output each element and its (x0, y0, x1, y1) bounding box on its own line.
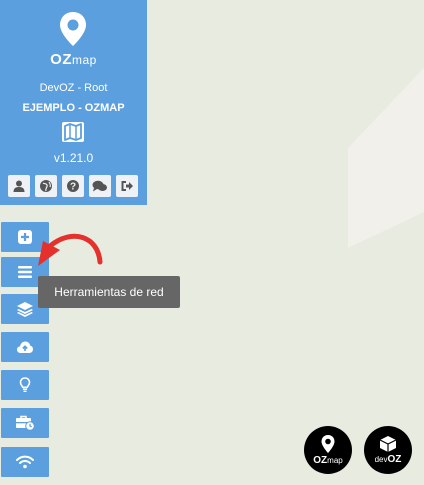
ozmap-brand-badge[interactable]: OZmap (304, 426, 352, 474)
map-icon[interactable] (62, 122, 84, 142)
lightbulb-button[interactable] (1, 370, 49, 400)
project-name: EJEMPLO - OZMAP (22, 102, 125, 114)
devoz-brand-sub: OZ (387, 454, 402, 465)
user-name: DevOZ - Root (39, 82, 108, 94)
map-pin-icon (321, 435, 335, 453)
logo-text: OZmap (0, 51, 147, 68)
cloud-upload-icon (17, 341, 33, 353)
tools-history-button[interactable] (1, 408, 49, 438)
map-pin-icon (60, 12, 86, 46)
wifi-icon (16, 455, 34, 469)
devoz-brand-main: dev (374, 455, 388, 464)
globe-icon[interactable] (35, 175, 57, 197)
upload-button[interactable] (1, 332, 49, 362)
app-version: v1.21.0 (53, 151, 94, 165)
user-icon[interactable] (8, 175, 30, 197)
lightbulb-icon (19, 377, 31, 392)
toolbox-clock-icon (16, 415, 35, 431)
cube-logo-icon (379, 436, 397, 452)
ozmap-brand-sub: map (327, 456, 343, 465)
header-icon-bar: ? (8, 175, 138, 197)
header-panel: OZmap DevOZ - Root EJEMPLO - OZMAP v1.21… (0, 0, 147, 205)
folded-map-icon (64, 123, 82, 141)
layers-icon (17, 302, 33, 317)
wifi-button[interactable] (1, 447, 49, 477)
tooltip-network-tools: Herramientas de red (38, 276, 180, 308)
devoz-brand-text: devOZ (375, 455, 402, 465)
ozmap-logo: OZmap (0, 8, 147, 68)
logo-main-text: OZ (50, 51, 72, 68)
logout-icon[interactable] (116, 175, 138, 197)
ozmap-brand-main: OZ (313, 455, 328, 466)
red-arrow-annotation (38, 233, 103, 266)
ozmap-brand-text: OZmap (313, 456, 342, 466)
svg-text:?: ? (70, 182, 76, 193)
devoz-brand-badge[interactable]: devOZ (364, 426, 412, 474)
chat-icon[interactable] (89, 175, 111, 197)
help-icon[interactable]: ? (62, 175, 84, 197)
logo-sub-text: map (72, 53, 97, 67)
